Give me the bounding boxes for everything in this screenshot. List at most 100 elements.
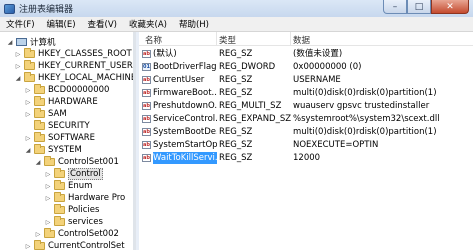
tree-expander-icon[interactable]: ▷ bbox=[44, 183, 52, 190]
value-type: REG_SZ bbox=[219, 75, 253, 85]
reg-string-icon: ab bbox=[142, 128, 151, 136]
tree-node[interactable]: ▷ CurrentControlSet bbox=[24, 240, 125, 250]
tree-expander-icon[interactable]: ▷ bbox=[24, 243, 32, 250]
minimize-button[interactable]: – bbox=[383, 0, 407, 14]
menu-help[interactable]: 帮助(H) bbox=[173, 18, 215, 30]
tree-node-label: HKEY_CURRENT_USER bbox=[38, 61, 133, 71]
tree-expander-icon[interactable]: ▷ bbox=[44, 195, 52, 202]
tree-node[interactable]: Policies bbox=[44, 204, 99, 216]
tree-node-label: BCD00000000 bbox=[48, 85, 110, 95]
tree-node[interactable]: ▷ Enum bbox=[44, 180, 92, 192]
tree-node[interactable]: ◢ HKEY_LOCAL_MACHINE bbox=[14, 72, 133, 84]
tree-expander-icon[interactable]: ▷ bbox=[34, 231, 42, 238]
tree-node[interactable]: SECURITY bbox=[24, 120, 90, 132]
tree-node-label: SECURITY bbox=[48, 121, 90, 131]
title-bar: 注册表编辑器 – □ ✕ bbox=[0, 0, 473, 17]
menu-file[interactable]: 文件(F) bbox=[0, 18, 41, 30]
column-header-name[interactable]: 名称 bbox=[145, 34, 162, 46]
value-row[interactable]: abSystemBootDe...REG_SZ multi(0)disk(0)rd… bbox=[139, 126, 473, 138]
tree-expander-icon[interactable]: ▷ bbox=[44, 219, 52, 226]
value-row[interactable]: ab PreshutdownO... REG_MULTI_SZ wuauserv gp… bbox=[139, 100, 473, 112]
tree-expander-icon[interactable]: ▷ bbox=[14, 63, 22, 70]
tree-node-label: HKEY_CLASSES_ROOT bbox=[38, 49, 132, 59]
value-row[interactable]: abSystemStartOp...REG_SZ NOEXECUTE=OPTIN bbox=[139, 139, 473, 151]
value-data: multi(0)disk(0)rdisk(0)partition(1) bbox=[293, 127, 437, 137]
maximize-button[interactable]: □ bbox=[407, 0, 431, 14]
tree-node[interactable]: ▷ SAM bbox=[24, 108, 67, 120]
tree-node[interactable]: ▷ services bbox=[44, 216, 103, 228]
key-tree[interactable]: ◢ 计算机 ▷ HKEY_CLASSES_ROOT ▷ HKEY_CURRENT_USER… bbox=[0, 32, 136, 250]
value-type: REG_DWORD bbox=[219, 62, 276, 72]
tree-node[interactable]: ▷ ControlSet002 bbox=[34, 228, 119, 240]
tree-expander-icon[interactable]: ▷ bbox=[14, 51, 22, 58]
value-row[interactable]: ab (默认) REG_SZ (数值未设置) bbox=[139, 48, 473, 60]
tree-node[interactable]: ▷ BCD00000000 bbox=[24, 84, 109, 96]
reg-string-icon: ab bbox=[142, 50, 151, 58]
value-name: BootDriverFlags bbox=[153, 62, 217, 72]
tree-expander-icon[interactable]: ▷ bbox=[24, 135, 32, 142]
value-name: ServiceControl... bbox=[153, 114, 217, 124]
value-type: REG_SZ bbox=[219, 127, 253, 137]
value-data: (数值未设置) bbox=[293, 49, 343, 59]
tree-node[interactable]: ▷ HKEY_CLASSES_ROOT bbox=[14, 48, 132, 60]
value-name: CurrentUser bbox=[153, 75, 205, 85]
tree-node-label: Control bbox=[68, 168, 103, 180]
value-type: REG_MULTI_SZ bbox=[219, 101, 282, 111]
tree-node[interactable]: ◢ SYSTEM bbox=[24, 144, 82, 156]
value-row[interactable]: ab WaitToKillServi... REG_SZ 12000 bbox=[139, 152, 473, 164]
column-divider[interactable] bbox=[216, 32, 217, 45]
tree-expander-icon[interactable]: ◢ bbox=[34, 159, 42, 166]
tree-expander-icon[interactable]: ◢ bbox=[24, 147, 32, 154]
tree-expander-icon[interactable]: ▷ bbox=[44, 171, 52, 178]
folder-icon bbox=[54, 180, 65, 190]
tree-node[interactable]: ▷ HARDWARE bbox=[24, 96, 98, 108]
tree-node[interactable]: ▷ SOFTWARE bbox=[24, 132, 95, 144]
folder-icon bbox=[24, 48, 35, 58]
reg-string-icon: ab bbox=[142, 154, 151, 162]
tree-node[interactable]: ◢ 计算机 bbox=[6, 36, 56, 48]
list-header: 名称 类型 数据 bbox=[139, 32, 473, 46]
value-row[interactable]: ab CurrentUser REG_SZ USERNAME bbox=[139, 74, 473, 86]
reg-string-icon: ab bbox=[142, 141, 151, 149]
reg-string-icon: ab bbox=[142, 76, 151, 84]
tree-node[interactable]: ▷ HKEY_CURRENT_USER bbox=[14, 60, 133, 72]
value-data: NOEXECUTE=OPTIN bbox=[293, 140, 379, 150]
menu-favorites[interactable]: 收藏夹(A) bbox=[123, 18, 173, 30]
folder-icon bbox=[24, 72, 35, 82]
folder-icon bbox=[44, 156, 55, 166]
tree-expander-icon[interactable]: ▷ bbox=[24, 111, 32, 118]
tree-expander-icon[interactable]: ▷ bbox=[24, 99, 32, 106]
reg-string-icon: ab bbox=[142, 102, 151, 110]
tree-expander-icon[interactable]: ▷ bbox=[24, 87, 32, 94]
tree-node[interactable]: ▷ Hardware Pro bbox=[44, 192, 125, 204]
value-list[interactable]: 名称 类型 数据 ab (默认) REG_SZ (数值未设置) 01 BootDriver… bbox=[139, 32, 473, 250]
value-name: WaitToKillServi... bbox=[153, 152, 217, 164]
folder-icon bbox=[34, 240, 45, 250]
column-divider[interactable] bbox=[290, 32, 291, 45]
column-header-data[interactable]: 数据 bbox=[293, 34, 310, 46]
folder-icon bbox=[24, 60, 35, 70]
value-row[interactable]: ab ServiceControl... REG_EXPAND_SZ %systemr… bbox=[139, 113, 473, 125]
folder-icon bbox=[54, 192, 65, 202]
pc-icon bbox=[16, 38, 27, 46]
close-button[interactable]: ✕ bbox=[431, 0, 469, 14]
tree-node-label: Hardware Pro bbox=[68, 193, 126, 203]
value-data: wuauserv gpsvc trustedinstaller bbox=[293, 101, 430, 111]
menu-bar: 文件(F) 编辑(E) 查看(V) 收藏夹(A) 帮助(H) bbox=[0, 17, 473, 32]
value-name: PreshutdownO... bbox=[153, 101, 217, 111]
tree-node-label: Policies bbox=[68, 205, 100, 215]
tree-expander-icon[interactable]: ◢ bbox=[6, 39, 14, 46]
tree-node[interactable]: ◢ ControlSet001 bbox=[34, 156, 119, 168]
tree-node-label: 计算机 bbox=[30, 38, 56, 48]
tree-node-label: SOFTWARE bbox=[48, 133, 96, 143]
menu-view[interactable]: 查看(V) bbox=[82, 18, 123, 30]
tree-node[interactable]: ▷ Control bbox=[44, 168, 103, 180]
column-header-type[interactable]: 类型 bbox=[219, 34, 236, 46]
value-data: %systemroot%\system32\scext.dll bbox=[293, 114, 440, 124]
tree-expander-icon[interactable]: ◢ bbox=[14, 75, 22, 82]
value-name: SystemStartOp... bbox=[153, 140, 217, 150]
menu-edit[interactable]: 编辑(E) bbox=[41, 18, 82, 30]
window-controls: – □ ✕ bbox=[383, 0, 469, 14]
value-row[interactable]: 01 BootDriverFlags REG_DWORD 0x00000000 (0) bbox=[139, 61, 473, 73]
value-row[interactable]: ab FirmwareBoot... REG_SZ multi(0)disk(0)rd… bbox=[139, 87, 473, 99]
